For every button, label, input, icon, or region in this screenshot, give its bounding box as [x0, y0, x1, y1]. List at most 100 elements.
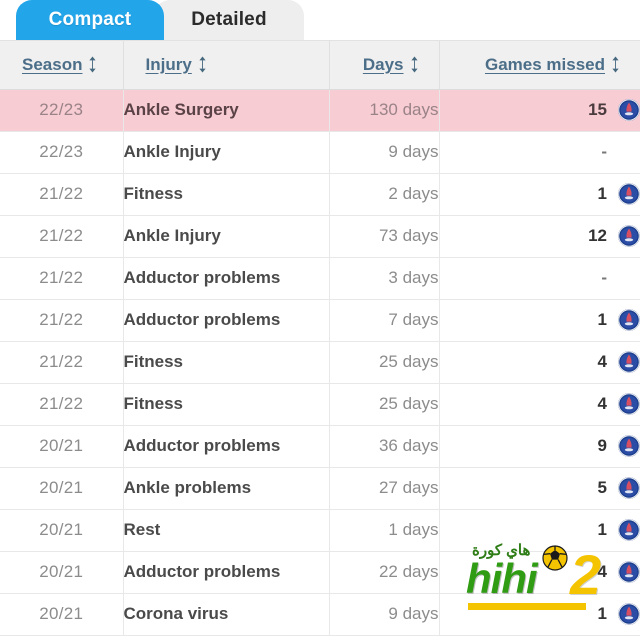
- games-missed-group: -: [440, 132, 640, 173]
- table-row[interactable]: 21/22Fitness2 days1: [0, 173, 640, 215]
- psg-club-badge-icon[interactable]: [618, 393, 640, 415]
- cell-injury: Ankle Injury: [123, 131, 329, 173]
- table-header-row: Season Injury: [0, 41, 640, 89]
- cell-days: 7 days: [329, 299, 439, 341]
- cell-season: 20/21: [0, 551, 123, 593]
- table-row[interactable]: 20/21Corona virus9 days1: [0, 593, 640, 635]
- psg-club-badge-icon[interactable]: [618, 183, 640, 205]
- cell-games-missed: 1: [439, 509, 640, 551]
- sort-updown-icon[interactable]: [88, 56, 97, 73]
- games-missed-group: 1: [440, 300, 640, 341]
- column-header-games-missed-label[interactable]: Games missed: [485, 55, 605, 75]
- column-header-season[interactable]: Season: [0, 41, 123, 89]
- cell-games-missed: 4: [439, 551, 640, 593]
- cell-injury: Adductor problems: [123, 257, 329, 299]
- games-missed-group: 5: [440, 468, 640, 509]
- cell-days: 130 days: [329, 89, 439, 131]
- cell-season: 22/23: [0, 131, 123, 173]
- cell-injury: Fitness: [123, 173, 329, 215]
- cell-days: 1 days: [329, 509, 439, 551]
- games-missed-group: 1: [440, 174, 640, 215]
- table-row[interactable]: 21/22Adductor problems7 days1: [0, 299, 640, 341]
- cell-games-missed: 15: [439, 89, 640, 131]
- cell-season: 21/22: [0, 341, 123, 383]
- games-missed-count: 4: [598, 562, 607, 582]
- tab-compact[interactable]: Compact: [16, 0, 164, 40]
- cell-days: 73 days: [329, 215, 439, 257]
- cell-season: 21/22: [0, 383, 123, 425]
- psg-club-badge-icon[interactable]: [618, 99, 640, 121]
- club-badge-placeholder: [618, 267, 640, 289]
- table-row[interactable]: 21/22Fitness25 days 4: [0, 383, 640, 425]
- psg-club-badge-icon[interactable]: [618, 603, 640, 625]
- cell-games-missed: -: [439, 131, 640, 173]
- cell-days: 9 days: [329, 593, 439, 635]
- cell-injury: Ankle Injury: [123, 215, 329, 257]
- tab-detailed[interactable]: Detailed: [154, 0, 304, 40]
- column-header-games-missed[interactable]: Games missed: [439, 41, 640, 89]
- games-missed-count: 4: [598, 352, 607, 372]
- club-badge-placeholder: [618, 141, 640, 163]
- cell-days: 25 days: [329, 341, 439, 383]
- cell-season: 20/21: [0, 467, 123, 509]
- psg-club-badge-icon[interactable]: [618, 309, 640, 331]
- column-header-days-label[interactable]: Days: [363, 55, 404, 75]
- table-row[interactable]: 20/21Adductor problems36 days9: [0, 425, 640, 467]
- cell-injury: Ankle problems: [123, 467, 329, 509]
- cell-season: 20/21: [0, 509, 123, 551]
- games-missed-count: 1: [598, 184, 607, 204]
- table-row[interactable]: 20/21Adductor problems22 days4: [0, 551, 640, 593]
- cell-games-missed: 5: [439, 467, 640, 509]
- games-missed-count: 5: [598, 478, 607, 498]
- games-missed-count: 12: [588, 226, 607, 246]
- games-missed-count: 4: [598, 394, 607, 414]
- injury-history-table-container: Season Injury: [0, 40, 640, 636]
- table-row[interactable]: 21/22Ankle Injury73 days12: [0, 215, 640, 257]
- cell-days: 36 days: [329, 425, 439, 467]
- table-row[interactable]: 22/23Ankle Surgery130 days 15: [0, 89, 640, 131]
- games-missed-empty: -: [601, 142, 607, 162]
- cell-season: 21/22: [0, 173, 123, 215]
- games-missed-empty: -: [601, 268, 607, 288]
- games-missed-count: 9: [598, 436, 607, 456]
- psg-club-badge-icon[interactable]: [618, 561, 640, 583]
- games-missed-group: -: [440, 258, 640, 299]
- games-missed-group: 1: [440, 594, 640, 635]
- games-missed-count: 15: [588, 100, 607, 120]
- games-missed-group: 4: [440, 342, 640, 383]
- cell-injury: Ankle Surgery: [123, 89, 329, 131]
- games-missed-group: 1: [440, 510, 640, 551]
- psg-club-badge-icon[interactable]: [618, 351, 640, 373]
- games-missed-group: 12: [440, 216, 640, 257]
- table-row[interactable]: 21/22Fitness25 days 4: [0, 341, 640, 383]
- column-header-season-label[interactable]: Season: [22, 55, 82, 75]
- cell-injury: Adductor problems: [123, 299, 329, 341]
- table-row[interactable]: 20/21Ankle problems27 days5: [0, 467, 640, 509]
- cell-days: 9 days: [329, 131, 439, 173]
- cell-season: 21/22: [0, 299, 123, 341]
- column-header-injury-label[interactable]: Injury: [146, 55, 192, 75]
- cell-season: 21/22: [0, 257, 123, 299]
- table-row[interactable]: 22/23Ankle Injury9 days -: [0, 131, 640, 173]
- psg-club-badge-icon[interactable]: [618, 225, 640, 247]
- sort-updown-icon[interactable]: [611, 56, 620, 73]
- sort-updown-icon[interactable]: [198, 56, 207, 73]
- cell-injury: Fitness: [123, 341, 329, 383]
- cell-games-missed: 1: [439, 593, 640, 635]
- table-header: Season Injury: [0, 41, 640, 89]
- games-missed-group: 15: [440, 90, 640, 131]
- table-row[interactable]: 20/21Rest1 days1: [0, 509, 640, 551]
- sort-updown-icon[interactable]: [410, 56, 419, 73]
- cell-days: 25 days: [329, 383, 439, 425]
- cell-season: 22/23: [0, 89, 123, 131]
- cell-days: 22 days: [329, 551, 439, 593]
- column-header-days[interactable]: Days: [329, 41, 439, 89]
- games-missed-count: 1: [598, 604, 607, 624]
- psg-club-badge-icon[interactable]: [618, 477, 640, 499]
- table-row[interactable]: 21/22Adductor problems3 days-: [0, 257, 640, 299]
- psg-club-badge-icon[interactable]: [618, 519, 640, 541]
- cell-injury: Fitness: [123, 383, 329, 425]
- column-header-injury[interactable]: Injury: [123, 41, 329, 89]
- psg-club-badge-icon[interactable]: [618, 435, 640, 457]
- cell-injury: Corona virus: [123, 593, 329, 635]
